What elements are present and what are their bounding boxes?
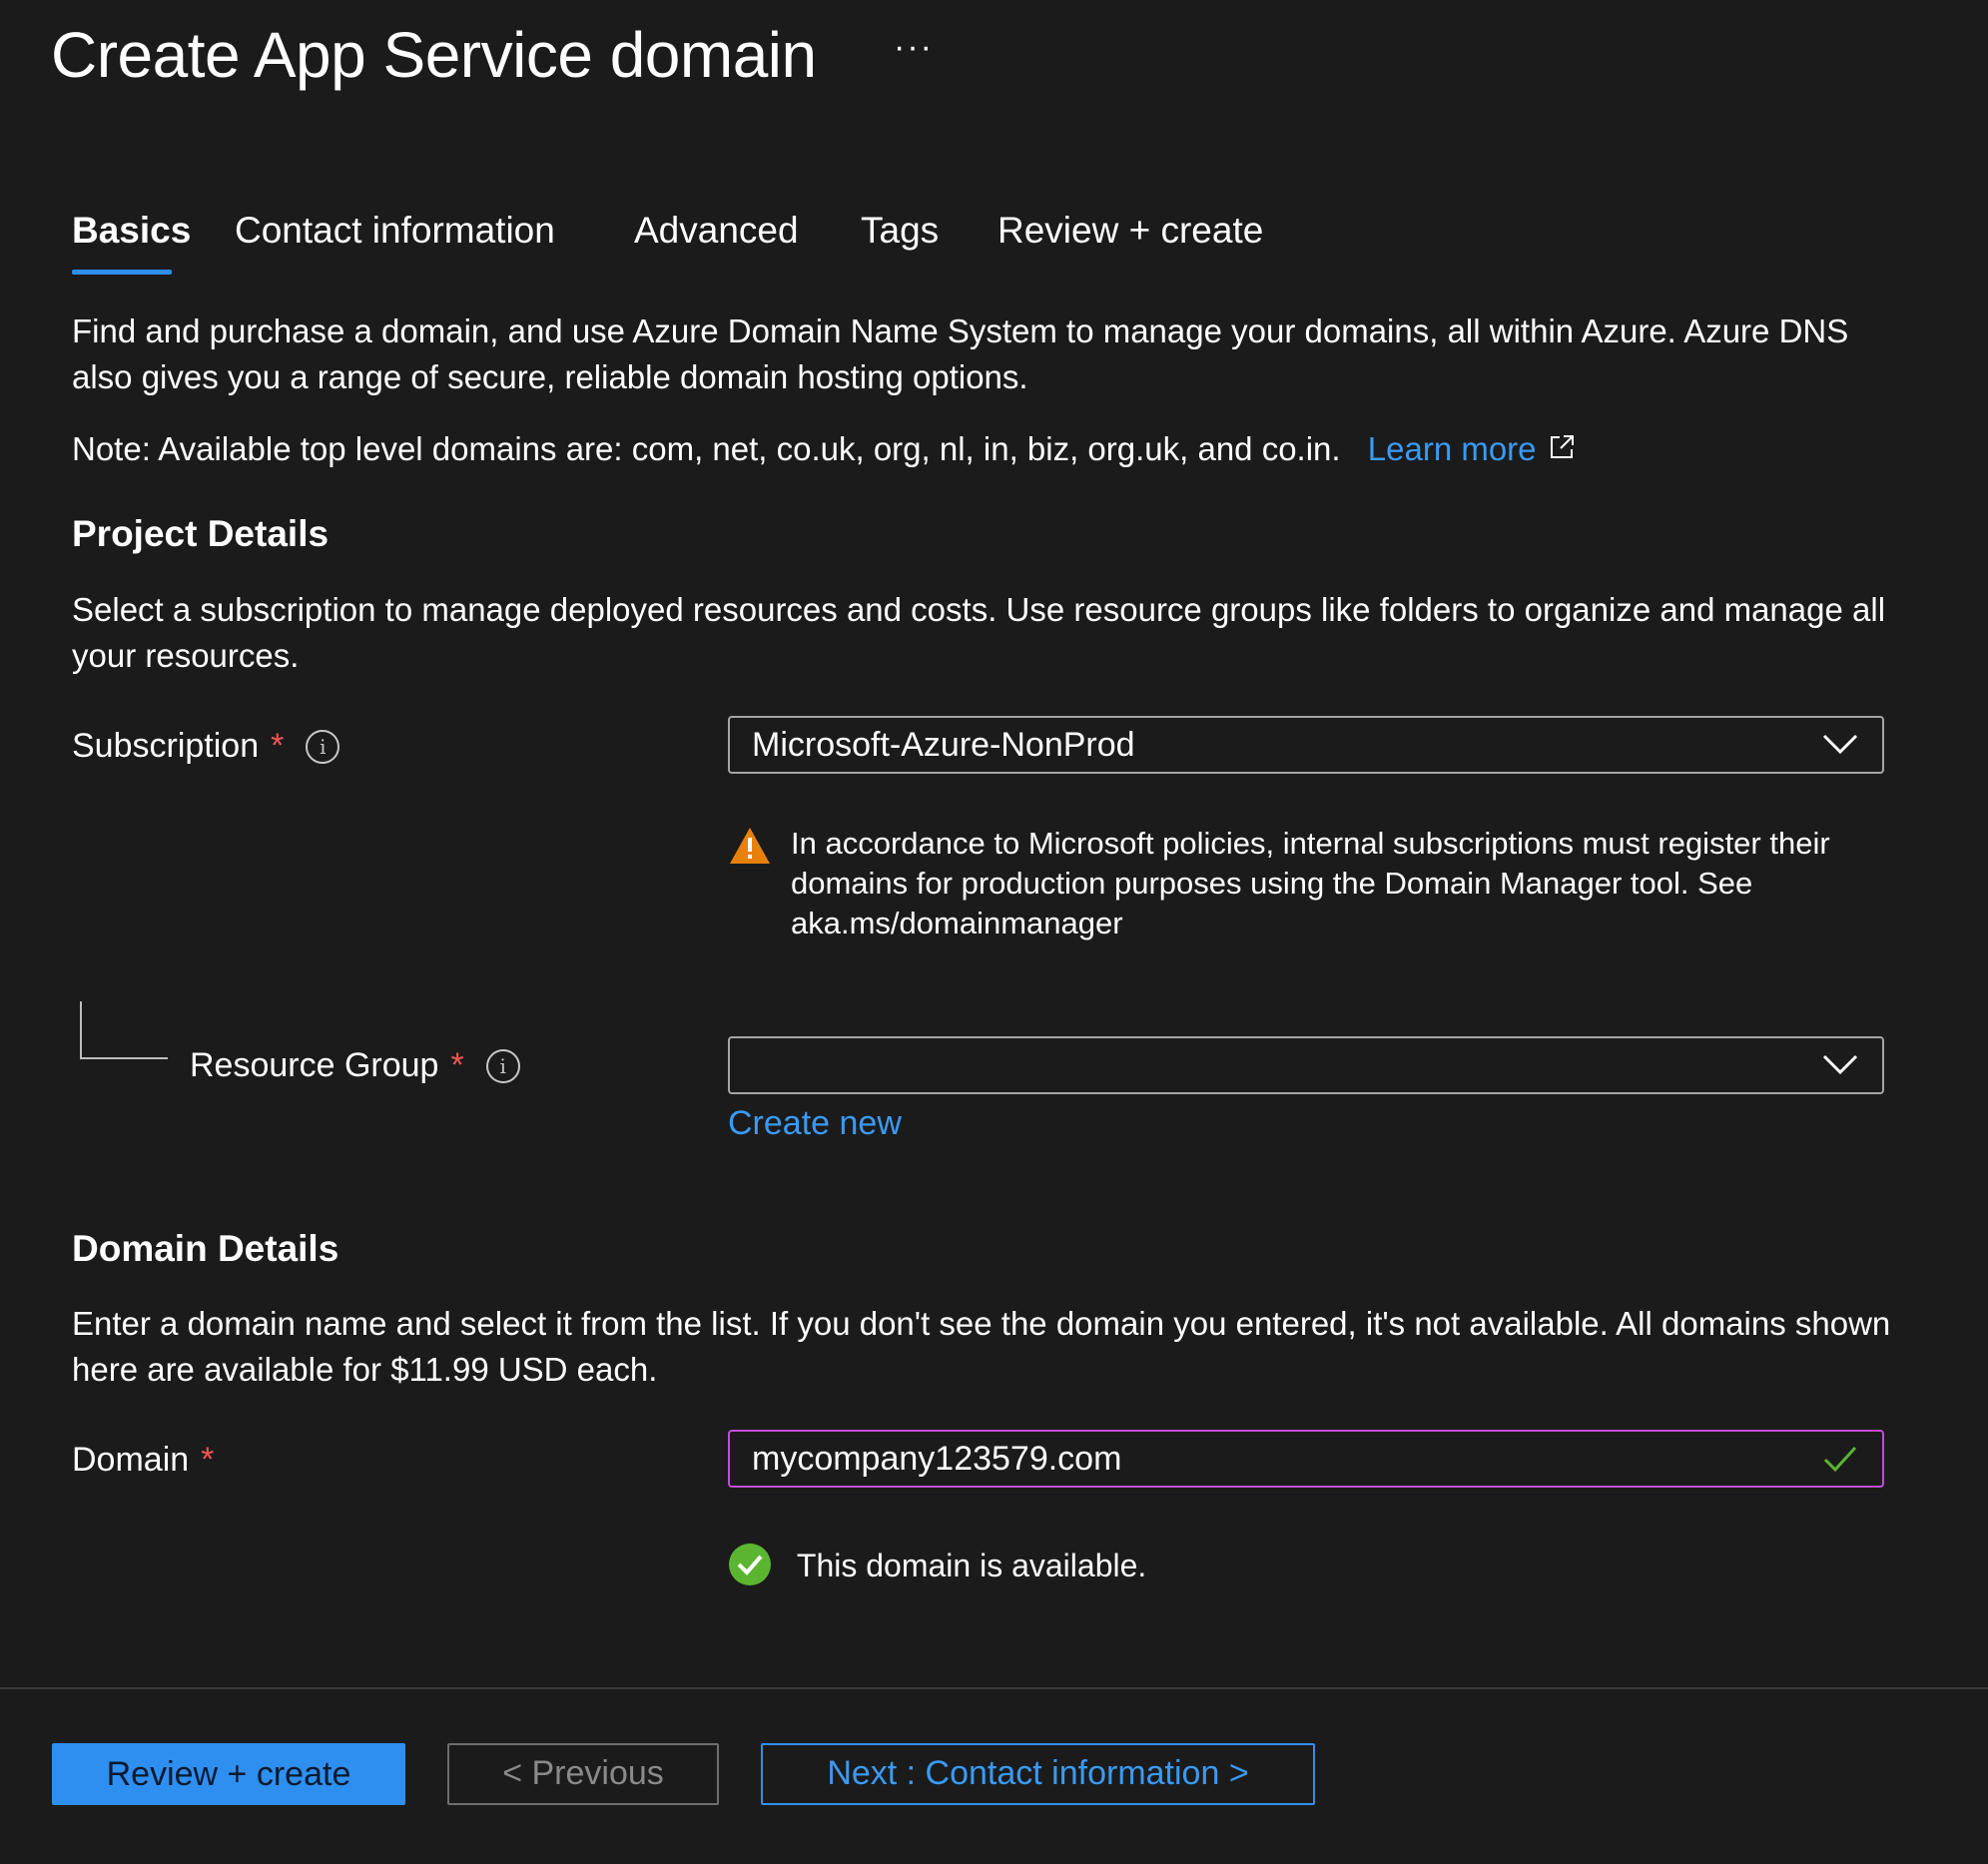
project-details-description: Select a subscription to manage deployed… [72, 591, 1886, 674]
subscription-dropdown[interactable]: Microsoft-Azure-NonProd [728, 716, 1884, 774]
project-details-heading: Project Details [72, 513, 330, 554]
previous-button[interactable]: < Previous [447, 1743, 719, 1805]
tab-review-create[interactable]: Review + create [997, 210, 1263, 252]
required-indicator: * [450, 1046, 464, 1084]
active-tab-indicator [72, 270, 172, 275]
resource-group-label-text: Resource Group [190, 1046, 439, 1084]
domain-availability-status: This domain is available. [728, 1543, 1146, 1586]
domain-label: Domain * [72, 1441, 214, 1480]
tld-note-text: Note: Available top level domains are: c… [72, 430, 1341, 467]
domain-label-text: Domain [72, 1441, 190, 1479]
success-icon [729, 1544, 771, 1585]
resource-group-dropdown[interactable] [728, 1036, 1884, 1094]
create-new-link[interactable]: Create new [728, 1104, 902, 1143]
tld-note: Note: Available top level domains are: c… [72, 426, 1909, 472]
review-create-button[interactable]: Review + create [52, 1743, 405, 1805]
info-icon[interactable]: i [306, 730, 340, 764]
required-indicator: * [201, 1441, 215, 1479]
tab-contact-information[interactable]: Contact information [235, 210, 555, 252]
chevron-down-icon [1822, 1054, 1858, 1075]
more-options-button[interactable]: ··· [894, 28, 934, 67]
footer-divider [0, 1687, 1988, 1689]
learn-more-link[interactable]: Learn more [1368, 430, 1577, 467]
resource-group-label: Resource Group * i [190, 1046, 520, 1085]
learn-more-label: Learn more [1367, 430, 1537, 467]
required-indicator: * [271, 727, 285, 765]
tab-tags[interactable]: Tags [861, 210, 939, 252]
tree-connector [80, 1001, 168, 1059]
domain-value: mycompany123579.com [752, 1440, 1122, 1478]
chevron-down-icon [1822, 734, 1858, 755]
info-icon[interactable]: i [485, 1049, 520, 1083]
page-title: Create App Service domain [51, 19, 817, 91]
domain-details-heading: Domain Details [72, 1228, 339, 1269]
next-contact-information-button[interactable]: Next : Contact information > [761, 1743, 1315, 1805]
external-link-icon [1550, 435, 1574, 458]
checkmark-icon [1823, 1446, 1857, 1473]
subscription-value: Microsoft-Azure-NonProd [752, 726, 1135, 764]
warning-icon [730, 828, 770, 864]
domain-availability-text: This domain is available. [796, 1548, 1147, 1583]
tab-basics[interactable]: Basics [72, 210, 191, 252]
domain-input[interactable]: mycompany123579.com [728, 1430, 1884, 1488]
intro-text: Find and purchase a domain, and use Azur… [72, 312, 1849, 395]
domain-details-description: Enter a domain name and select it from t… [72, 1305, 1891, 1388]
subscription-label-text: Subscription [72, 727, 260, 765]
subscription-label: Subscription * i [72, 727, 340, 766]
tab-advanced[interactable]: Advanced [634, 210, 799, 252]
warning-text: In accordance to Microsoft policies, int… [791, 826, 1830, 940]
